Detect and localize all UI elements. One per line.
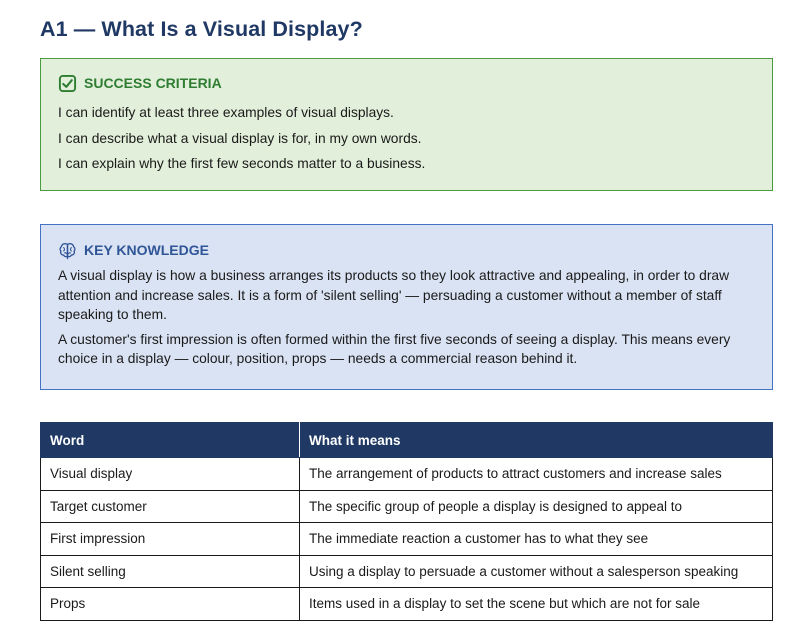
- table-row: Visual display The arrangement of produc…: [40, 457, 773, 491]
- column-header-meaning: What it means: [299, 422, 773, 458]
- term-cell: Props: [40, 587, 300, 621]
- glossary-table: Word What it means Visual display The ar…: [40, 422, 773, 621]
- key-knowledge-header: KEY KNOWLEDGE: [58, 241, 755, 259]
- checkbox-icon: [58, 74, 77, 93]
- success-criteria-box: SUCCESS CRITERIA I can identify at least…: [40, 58, 773, 191]
- success-criteria-heading: SUCCESS CRITERIA: [84, 75, 222, 91]
- table-row: Silent selling Using a display to persua…: [40, 554, 773, 588]
- success-criteria-header: SUCCESS CRITERIA: [58, 74, 755, 92]
- knowledge-paragraph: A visual display is how a business arran…: [58, 268, 730, 322]
- criteria-item: I can explain why the first few seconds …: [58, 156, 426, 171]
- criteria-item: I can identify at least three examples o…: [58, 105, 394, 120]
- table-row: Props Items used in a display to set the…: [40, 587, 773, 621]
- table-header-row: Word What it means: [40, 422, 773, 458]
- definition-cell: Items used in a display to set the scene…: [299, 587, 773, 621]
- glossary-table-wrapper: Word What it means Visual display The ar…: [40, 422, 773, 621]
- term-cell: Silent selling: [40, 554, 300, 588]
- term-cell: First impression: [40, 522, 300, 556]
- table-row: Target customer The specific group of pe…: [40, 489, 773, 523]
- term-cell: Visual display: [40, 457, 300, 491]
- definition-cell: The arrangement of products to attract c…: [299, 457, 773, 491]
- column-header-word: Word: [40, 422, 300, 458]
- knowledge-paragraph: A customer's first impression is often f…: [58, 331, 731, 367]
- table-row: First impression The immediate reaction …: [40, 522, 773, 556]
- definition-cell: The immediate reaction a customer has to…: [299, 522, 773, 556]
- page-title: A1 — What Is a Visual Display?: [40, 17, 363, 41]
- definition-cell: Using a display to persuade a customer w…: [299, 554, 773, 588]
- definition-cell: The specific group of people a display i…: [299, 489, 773, 523]
- term-cell: Target customer: [40, 489, 300, 523]
- key-knowledge-box: KEY KNOWLEDGE A visual display is how a …: [40, 224, 773, 390]
- key-knowledge-heading: KEY KNOWLEDGE: [84, 242, 209, 258]
- brain-icon: [58, 241, 77, 260]
- criteria-item: I can describe what a visual display is …: [58, 130, 422, 146]
